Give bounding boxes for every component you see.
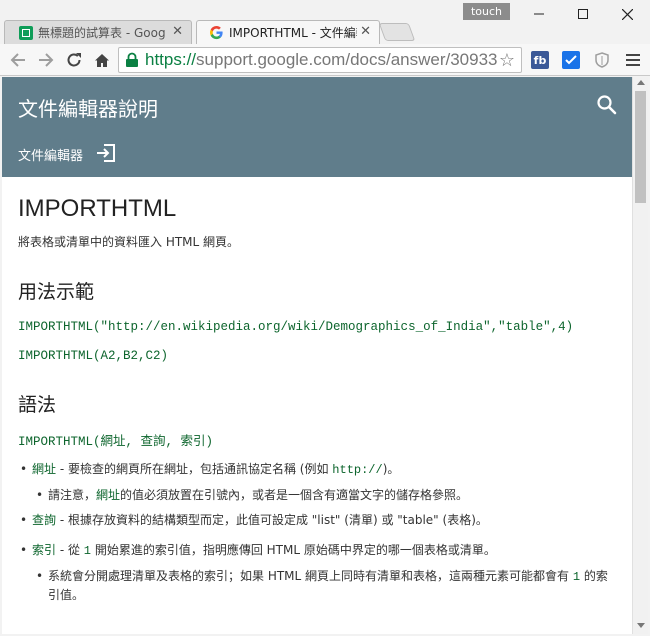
minimize-icon: [534, 13, 544, 15]
browser-titlebar: 無標題的試算表 - Google ✕ IMPORTHTML - 文件編輯 ✕ t…: [0, 0, 650, 44]
tab-title: IMPORTHTML - 文件編輯: [229, 26, 357, 40]
check-icon: [565, 55, 577, 65]
syntax-heading: 語法: [18, 394, 57, 416]
shield-extension-icon[interactable]: [593, 51, 611, 69]
hamburger-menu-icon: [626, 54, 640, 66]
arg-index-term: 索引: [32, 543, 57, 557]
facebook-extension-icon[interactable]: fb: [531, 51, 549, 69]
touch-mode-badge: touch: [463, 3, 510, 20]
bookmark-star-icon[interactable]: ☆: [497, 50, 517, 71]
list-item: 請注意，網址的值必須放置在引號內，或者是一個含有適當文字的儲存格參照。: [34, 486, 616, 504]
list-item: 索引 - 從 1 開始累進的索引值，指明應傳回 HTML 原始碼中界定的哪一個表…: [18, 541, 616, 560]
argument-list: 網址 - 要檢查的網頁所在網址，包括通訊協定名稱 (例如 http://)。 請…: [18, 460, 616, 604]
close-window-button[interactable]: [604, 0, 650, 28]
forward-button[interactable]: [34, 48, 58, 72]
reload-icon: [67, 53, 81, 67]
arrow-right-icon: [39, 53, 54, 67]
menu-button[interactable]: [624, 51, 642, 69]
home-icon: [95, 53, 109, 67]
tab-spreadsheet[interactable]: 無標題的試算表 - Google ✕: [4, 20, 192, 44]
syntax-code: IMPORTHTML(網址, 查詢, 索引): [18, 435, 214, 449]
scrollbar-thumb[interactable]: [635, 91, 646, 203]
example-code: IMPORTHTML("http://en.wikipedia.org/wiki…: [18, 320, 574, 334]
reload-button[interactable]: [62, 48, 86, 72]
page-viewport: 文件編輯器說明 文件編輯器 IMPORTHTML 將表格或清單中的資料匯入 HT…: [2, 77, 632, 634]
address-bar[interactable]: https://support.google.com/docs/answer/3…: [118, 47, 522, 73]
arg-query-term: 查詢: [32, 513, 57, 527]
tab-importhtml[interactable]: IMPORTHTML - 文件編輯 ✕: [196, 20, 380, 44]
shield-icon: [595, 52, 609, 68]
breadcrumb[interactable]: 文件編輯器: [18, 145, 83, 164]
article-description: 將表格或清單中的資料匯入 HTML 網頁。: [18, 235, 240, 249]
browser-toolbar: https://support.google.com/docs/answer/3…: [0, 44, 650, 76]
sheets-icon: [19, 25, 33, 40]
maximize-button[interactable]: [560, 0, 606, 28]
url-text: https://support.google.com/docs/answer/3…: [145, 50, 517, 69]
search-icon[interactable]: [596, 94, 618, 116]
help-center-title[interactable]: 文件編輯器說明: [18, 93, 158, 122]
minimize-button[interactable]: [516, 0, 562, 28]
close-tab-icon[interactable]: ✕: [172, 25, 183, 39]
tab-title: 無標題的試算表 - Google: [38, 26, 166, 40]
list-item: 系統會分開處理清單及表格的索引；如果 HTML 網頁上同時有清單和表格，這兩種元…: [34, 567, 616, 604]
google-g-icon: [209, 25, 223, 40]
home-button[interactable]: [90, 48, 114, 72]
vertical-scrollbar[interactable]: [632, 77, 648, 634]
new-tab-button[interactable]: [378, 23, 416, 41]
checkmark-extension-icon[interactable]: [562, 51, 580, 69]
page-title: IMPORTHTML: [18, 195, 177, 222]
arg-url-term: 網址: [32, 462, 57, 476]
open-in-icon[interactable]: [95, 143, 117, 163]
maximize-icon: [578, 9, 588, 19]
example-code: IMPORTHTML(A2,B2,C2): [18, 349, 169, 363]
usage-heading: 用法示範: [18, 281, 95, 303]
article-body: IMPORTHTML 將表格或清單中的資料匯入 HTML 網頁。 用法示範 IM…: [2, 177, 632, 629]
scroll-up-arrow-icon[interactable]: [637, 80, 645, 85]
list-item: 查詢 - 根據存放資料的結構類型而定，此值可設定成 "list" (清單) 或 …: [18, 511, 616, 529]
arrow-left-icon: [10, 53, 25, 67]
list-item: 網址 - 要檢查的網頁所在網址，包括通訊協定名稱 (例如 http://)。: [18, 460, 616, 479]
close-icon: [621, 8, 633, 20]
help-center-header: 文件編輯器說明 文件編輯器: [2, 77, 632, 177]
back-button[interactable]: [6, 48, 30, 72]
scroll-down-arrow-icon[interactable]: [637, 623, 645, 628]
lock-icon: [126, 52, 138, 67]
close-tab-icon[interactable]: ✕: [360, 25, 371, 39]
